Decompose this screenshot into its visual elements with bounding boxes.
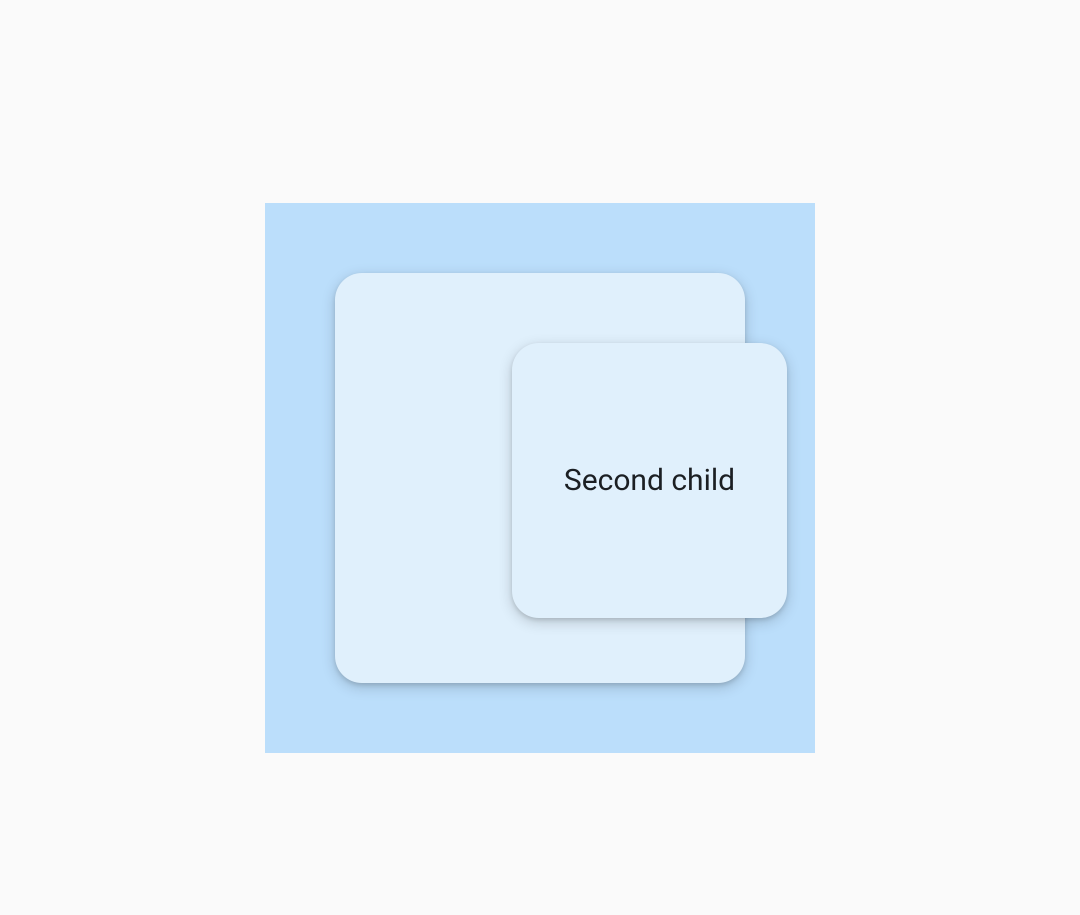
outer-container: Second child: [265, 203, 815, 753]
second-child-label: Second child: [564, 463, 735, 498]
second-child-card: Second child: [512, 343, 787, 618]
